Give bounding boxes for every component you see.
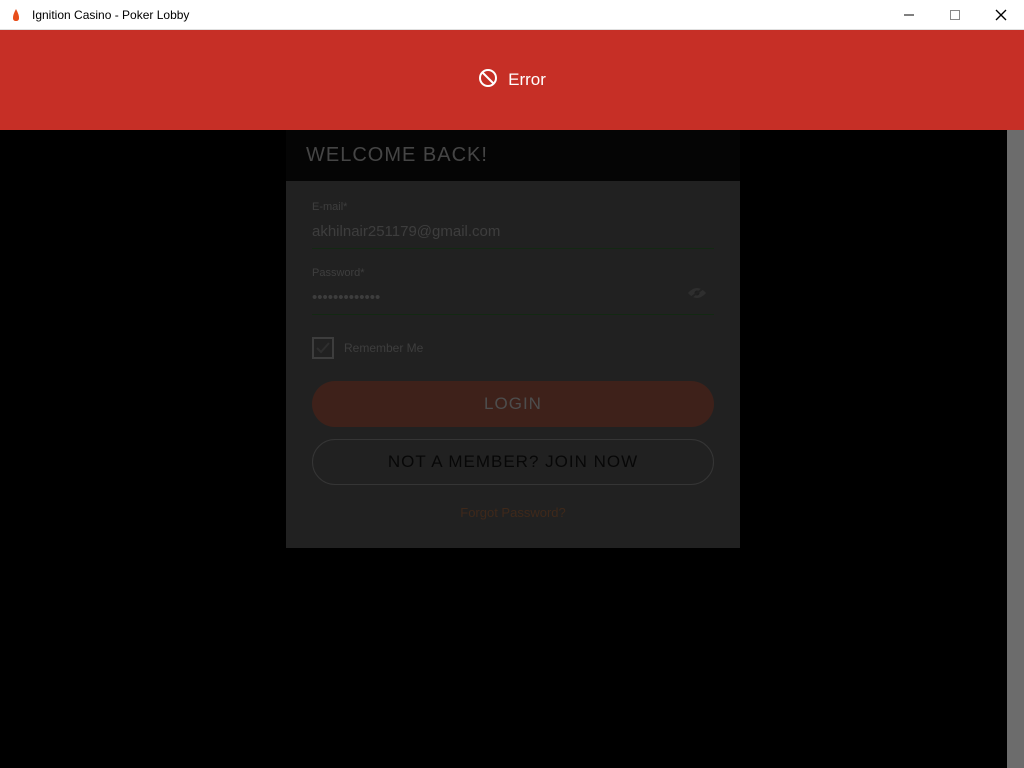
- error-banner: Error: [0, 30, 1024, 130]
- window-title: Ignition Casino - Poker Lobby: [32, 8, 189, 22]
- app-content: English poker@ignitioncasino.eu 23:22 WE…: [0, 30, 1024, 768]
- app-icon: [8, 7, 24, 23]
- close-button[interactable]: [978, 0, 1024, 30]
- window-titlebar: Ignition Casino - Poker Lobby: [0, 0, 1024, 30]
- no-entry-icon: [478, 68, 498, 93]
- modal-overlay: [0, 30, 1024, 768]
- error-label: Error: [508, 70, 546, 90]
- minimize-button[interactable]: [886, 0, 932, 30]
- maximize-button[interactable]: [932, 0, 978, 30]
